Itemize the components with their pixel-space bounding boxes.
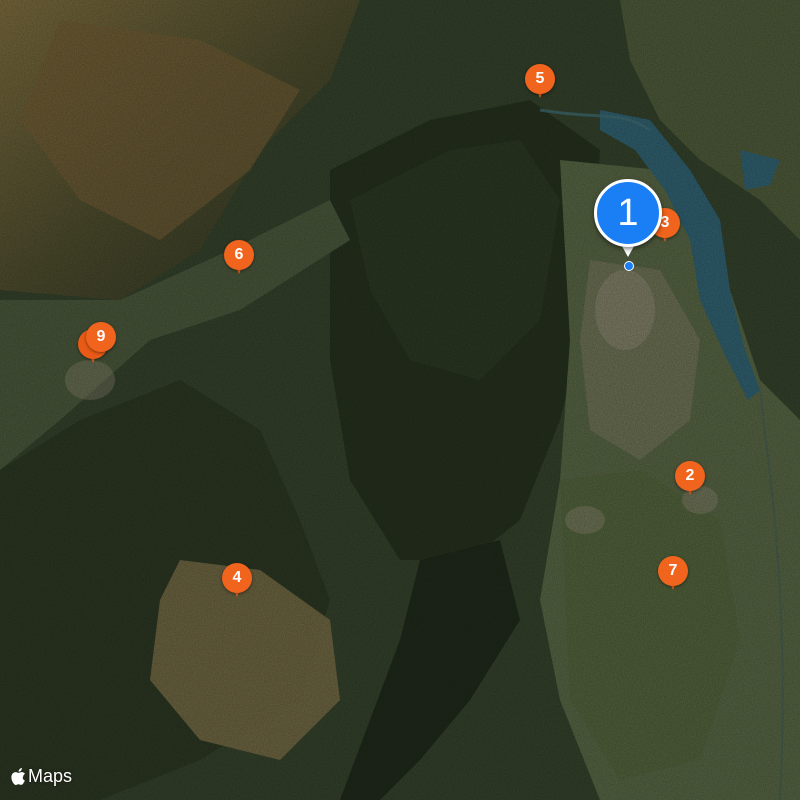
marker-label: 2 [675,461,705,491]
selected-marker-label: 1 [594,179,662,247]
location-dot [624,261,634,271]
selected-map-marker-1[interactable]: 1 [594,179,662,271]
map-marker-2[interactable]: 2 [675,461,705,499]
apple-logo-icon [11,767,25,785]
marker-label: 7 [658,556,688,586]
marker-label: 5 [525,64,555,94]
maps-logo-text: Maps [28,765,73,786]
map-marker-7[interactable]: 7 [658,556,688,594]
map-view[interactable]: 3 2 4 5 6 7 8 9 1 [0,0,800,800]
maps-logo: Maps [10,764,72,788]
map-marker-4[interactable]: 4 [222,563,252,601]
marker-label: 6 [224,240,254,270]
map-marker-6[interactable]: 6 [224,240,254,278]
marker-label: 9 [86,322,116,352]
map-marker-5[interactable]: 5 [525,64,555,102]
satellite-imagery [0,0,800,800]
marker-label: 4 [222,563,252,593]
